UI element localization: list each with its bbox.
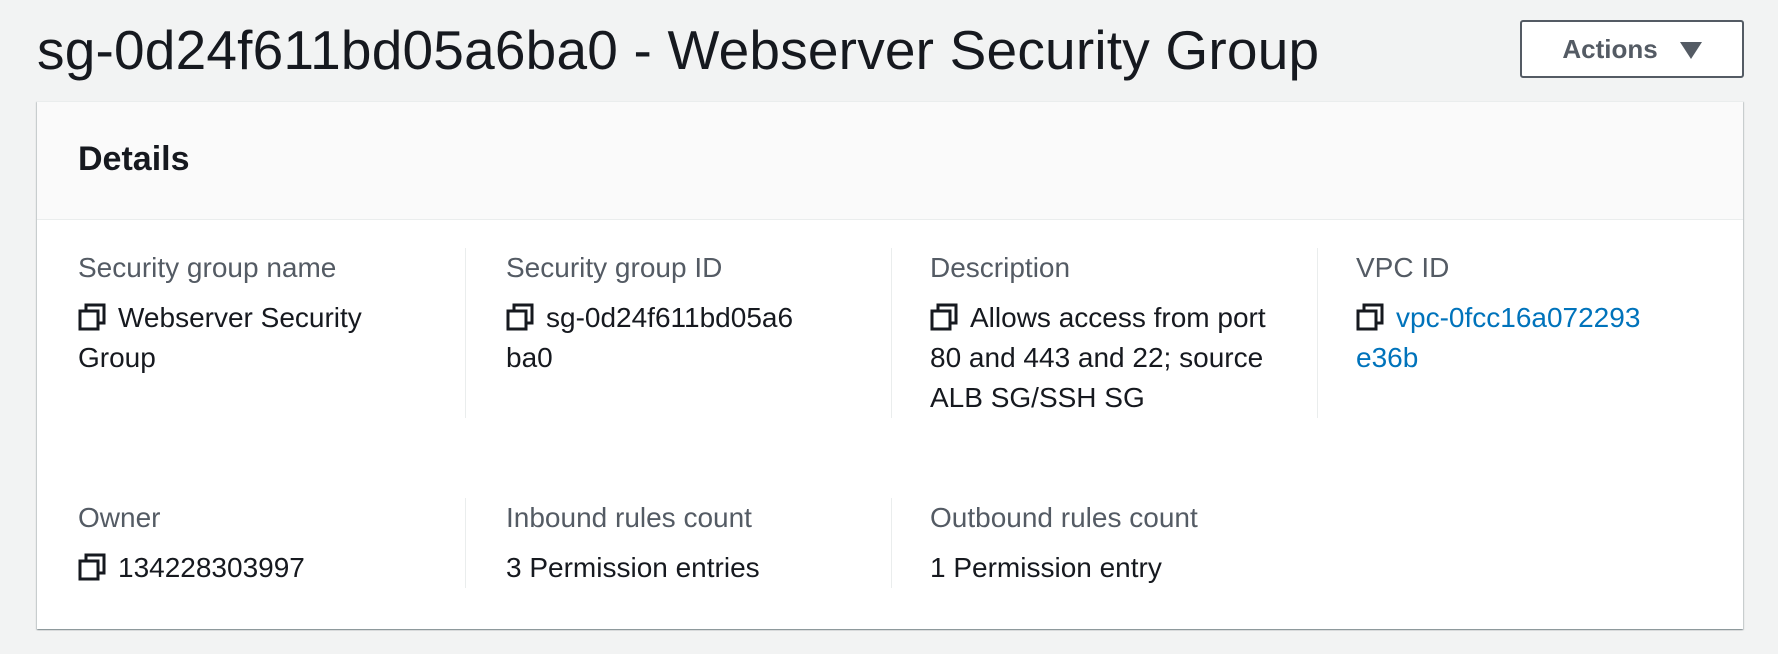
caret-down-icon — [1679, 41, 1702, 59]
actions-button[interactable]: Actions — [1520, 20, 1744, 78]
field-label: Description — [930, 252, 1071, 283]
field-label: Security group name — [78, 252, 337, 283]
field-label: Security group ID — [506, 252, 723, 283]
field-label: Inbound rules count — [506, 502, 752, 533]
inbound-rules-count-value: 3 Permission entries — [506, 552, 760, 583]
field-security-group-name: Security group name Webserver Security G… — [78, 248, 446, 378]
field-outbound-rules-count: Outbound rules count 1 Permission entry — [891, 498, 1271, 588]
security-group-name-value: Webserver Security Group — [78, 302, 362, 373]
field-inbound-rules-count: Inbound rules count 3 Permission entries — [465, 498, 833, 588]
actions-button-label: Actions — [1562, 33, 1658, 64]
field-value: Allows access from port 80 and 443 and 2… — [930, 298, 1275, 418]
description-value: Allows access from port 80 and 443 and 2… — [930, 302, 1266, 413]
outbound-rules-count-value: 1 Permission entry — [930, 552, 1162, 583]
field-owner: Owner 134228303997 — [78, 498, 446, 588]
details-panel: Details Security group name Webserver Se… — [37, 101, 1743, 629]
field-label: Owner — [78, 502, 161, 533]
page-title: sg-0d24f611bd05a6ba0 - Webserver Securit… — [37, 19, 1320, 81]
field-value: 134228303997 — [78, 548, 446, 588]
page-header: sg-0d24f611bd05a6ba0 - Webserver Securit… — [37, 12, 1744, 92]
field-security-group-id: Security group ID sg-0d24f611bd05a6ba0 — [465, 248, 833, 418]
details-panel-header: Details — [37, 102, 1743, 220]
copy-icon[interactable] — [1356, 303, 1384, 331]
field-value: vpc-0fcc16a072293e36b — [1356, 298, 1646, 378]
field-value: sg-0d24f611bd05a6ba0 — [506, 298, 806, 378]
field-vpc-id: VPC ID vpc-0fcc16a072293e36b — [1317, 248, 1697, 418]
details-title: Details — [78, 140, 190, 178]
copy-icon[interactable] — [78, 553, 106, 581]
field-description: Description Allows access from port 80 a… — [891, 248, 1266, 418]
vpc-id-link[interactable]: vpc-0fcc16a072293e36b — [1356, 302, 1640, 373]
field-value: Webserver Security Group — [78, 298, 446, 378]
owner-value: 134228303997 — [118, 552, 305, 583]
copy-icon[interactable] — [930, 303, 958, 331]
copy-icon[interactable] — [78, 303, 106, 331]
field-label: VPC ID — [1356, 252, 1450, 283]
copy-icon[interactable] — [506, 303, 534, 331]
security-group-id-value: sg-0d24f611bd05a6ba0 — [506, 302, 794, 373]
field-label: Outbound rules count — [930, 502, 1198, 533]
